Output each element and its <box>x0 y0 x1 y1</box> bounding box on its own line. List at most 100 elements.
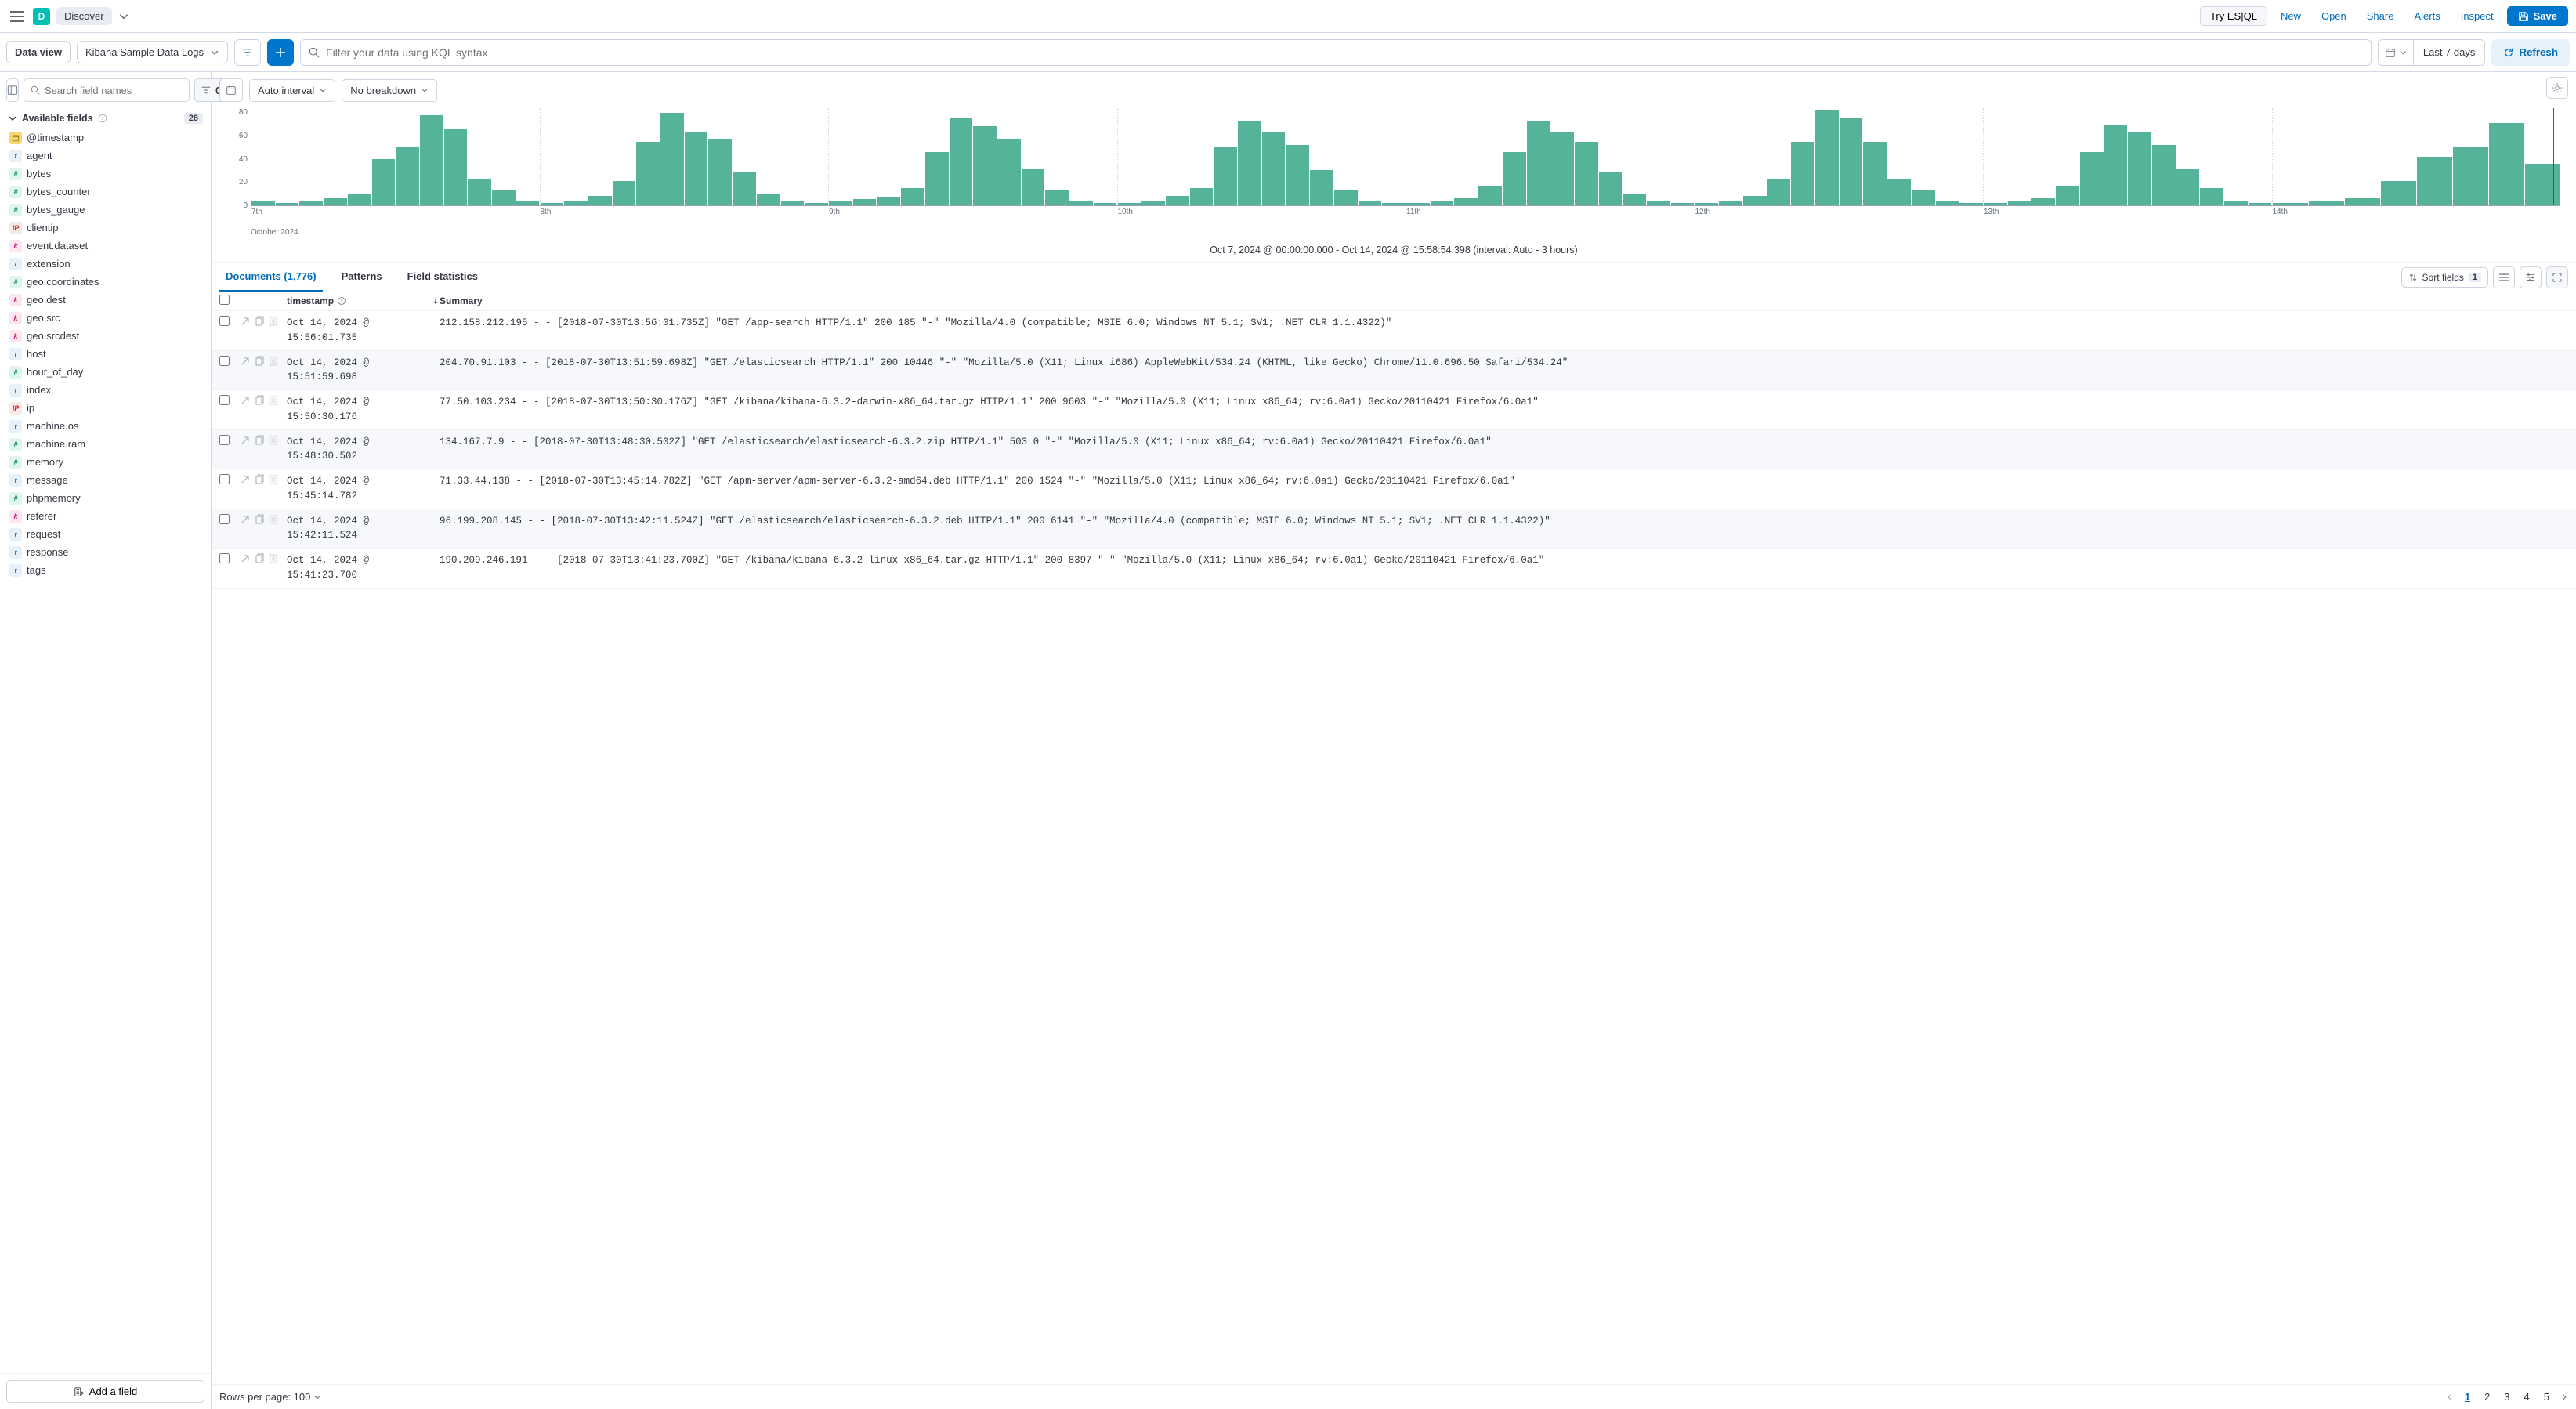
table-row[interactable]: Oct 14, 2024 @ 15:56:01.735212.158.212.1… <box>212 311 2576 351</box>
histogram-bar[interactable] <box>1431 201 1454 205</box>
expand-icon[interactable] <box>240 356 251 367</box>
breakdown-selector[interactable]: No breakdown <box>342 79 437 102</box>
data-view-selector[interactable]: Data view <box>6 41 71 63</box>
open-link[interactable]: Open <box>2321 10 2346 22</box>
histogram-bar[interactable] <box>1022 169 1045 206</box>
histogram-bar[interactable] <box>1406 203 1430 205</box>
histogram-bar[interactable] <box>877 197 900 205</box>
histogram-bar[interactable] <box>1094 203 1117 205</box>
field-item[interactable]: thost <box>5 345 206 363</box>
histogram-bar[interactable] <box>1359 201 1382 205</box>
histogram-bar[interactable] <box>2525 164 2560 205</box>
histogram-bar[interactable] <box>2273 203 2308 205</box>
histogram-day-group[interactable]: 10th <box>1117 108 1406 205</box>
histogram-bar[interactable] <box>2056 186 2079 205</box>
kql-search-input[interactable] <box>326 46 2363 59</box>
field-item[interactable]: #bytes_counter <box>5 183 206 201</box>
copy-icon[interactable] <box>254 514 265 525</box>
field-item[interactable]: IPclientip <box>5 219 206 237</box>
histogram-bar[interactable] <box>613 181 636 205</box>
tab-patterns[interactable]: Patterns <box>335 263 389 292</box>
histogram-bar[interactable] <box>1575 142 1598 205</box>
field-item[interactable]: tindex <box>5 381 206 399</box>
field-item[interactable]: textension <box>5 255 206 273</box>
histogram-bar[interactable] <box>1863 142 1887 205</box>
histogram-bar[interactable] <box>2309 201 2344 205</box>
col-header-summary[interactable]: Summary <box>440 295 2568 306</box>
histogram-bar[interactable] <box>1262 132 1286 205</box>
table-row[interactable]: Oct 14, 2024 @ 15:50:30.17677.50.103.234… <box>212 390 2576 430</box>
histogram-bar[interactable] <box>901 188 924 205</box>
field-item[interactable]: tagent <box>5 147 206 165</box>
doc-icon[interactable] <box>268 553 279 564</box>
date-picker[interactable]: Last 7 days <box>2378 39 2486 66</box>
try-esql-button[interactable]: Try ES|QL <box>2200 6 2267 26</box>
row-checkbox[interactable] <box>219 316 230 326</box>
page-number[interactable]: 1 <box>2462 1389 2473 1404</box>
histogram-bar[interactable] <box>2249 203 2272 205</box>
expand-icon[interactable] <box>240 553 251 564</box>
histogram-bar[interactable] <box>1959 203 1983 205</box>
doc-icon[interactable] <box>268 514 279 525</box>
histogram-bar[interactable] <box>1454 198 1478 205</box>
expand-icon[interactable] <box>240 316 251 327</box>
histogram-bar[interactable] <box>1791 142 1814 205</box>
copy-icon[interactable] <box>254 435 265 446</box>
histogram-bar[interactable] <box>276 203 299 205</box>
collapse-sidebar-button[interactable] <box>6 78 19 102</box>
histogram-bar[interactable] <box>1840 118 1863 205</box>
histogram-bar[interactable] <box>853 199 877 205</box>
histogram-day-group[interactable]: 13th <box>1983 108 2272 205</box>
histogram-bar[interactable] <box>2200 188 2223 205</box>
field-item[interactable]: tresponse <box>5 543 206 561</box>
histogram-bar[interactable] <box>1550 132 1574 205</box>
histogram-bar[interactable] <box>2008 201 2031 205</box>
field-search-input[interactable] <box>45 85 183 96</box>
add-field-button[interactable]: Add a field <box>6 1380 204 1403</box>
histogram-bar[interactable] <box>829 201 852 205</box>
histogram-bar[interactable] <box>1815 110 1839 205</box>
histogram-bar[interactable] <box>348 194 371 206</box>
doc-icon[interactable] <box>268 395 279 406</box>
histogram-bar[interactable] <box>733 172 756 205</box>
copy-icon[interactable] <box>254 316 265 327</box>
field-item[interactable]: tmachine.os <box>5 417 206 435</box>
histogram-bar[interactable] <box>468 179 491 205</box>
pager-next[interactable] <box>2560 1393 2568 1401</box>
row-checkbox[interactable] <box>219 514 230 524</box>
tab-documents[interactable]: Documents (1,776) <box>219 263 323 292</box>
doc-icon[interactable] <box>268 356 279 367</box>
doc-icon[interactable] <box>268 435 279 446</box>
copy-icon[interactable] <box>254 474 265 485</box>
field-item[interactable]: #memory <box>5 453 206 471</box>
histogram-bar[interactable] <box>1647 201 1670 205</box>
row-checkbox[interactable] <box>219 356 230 366</box>
histogram-bar[interactable] <box>925 152 949 205</box>
row-checkbox[interactable] <box>219 395 230 405</box>
inspect-link[interactable]: Inspect <box>2461 10 2494 22</box>
histogram-bar[interactable] <box>1069 201 1093 205</box>
histogram-chart[interactable]: 806040200 7th8th9th10th11th12th13th14th … <box>212 108 2576 241</box>
field-search[interactable] <box>24 78 190 102</box>
histogram-bar[interactable] <box>1382 203 1406 205</box>
pager-prev[interactable] <box>2446 1393 2454 1401</box>
histogram-bar[interactable] <box>1286 145 1309 206</box>
field-item[interactable]: kgeo.srcdest <box>5 327 206 345</box>
histogram-bar[interactable] <box>2417 157 2452 205</box>
rows-per-page[interactable]: Rows per page: 100 <box>219 1391 321 1403</box>
histogram-bar[interactable] <box>1719 201 1742 205</box>
histogram-bar[interactable] <box>1527 121 1550 206</box>
histogram-bar[interactable] <box>1334 190 1358 205</box>
histogram-bar[interactable] <box>2489 123 2524 205</box>
table-row[interactable]: Oct 14, 2024 @ 15:51:59.698204.70.91.103… <box>212 351 2576 391</box>
expand-icon[interactable] <box>240 514 251 525</box>
alerts-link[interactable]: Alerts <box>2414 10 2440 22</box>
histogram-bar[interactable] <box>1045 190 1069 205</box>
histogram-bar[interactable] <box>1767 179 1791 205</box>
histogram-bar[interactable] <box>2453 147 2488 205</box>
sort-desc-icon[interactable] <box>432 297 440 305</box>
histogram-bar[interactable] <box>299 201 323 205</box>
histogram-day-group[interactable]: 12th <box>1695 108 1984 205</box>
histogram-bar[interactable] <box>660 113 684 205</box>
field-item[interactable]: #hour_of_day <box>5 363 206 381</box>
